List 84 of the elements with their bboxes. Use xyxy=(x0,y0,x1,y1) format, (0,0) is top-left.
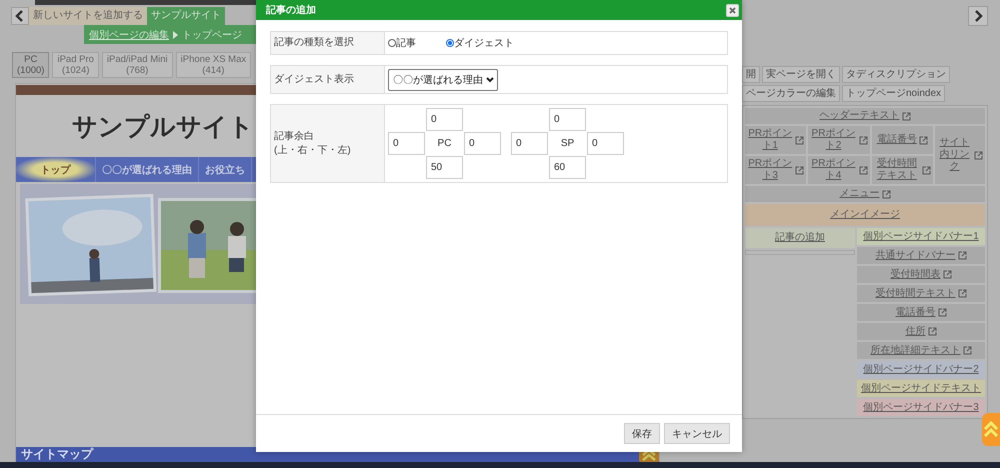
external-link-icon xyxy=(962,346,972,355)
block-link[interactable]: 電話番号 xyxy=(876,134,917,146)
margin-field[interactable]: 0 xyxy=(388,132,425,155)
page-action-button[interactable]: 開 xyxy=(742,66,760,83)
page-tab[interactable]: トップページnoindex xyxy=(842,85,946,102)
block-link[interactable]: 電話番号 xyxy=(896,306,936,318)
external-link-icon xyxy=(918,136,928,144)
block-link[interactable]: PRポイント4 xyxy=(810,158,857,182)
chevron-left-icon xyxy=(15,10,25,22)
group-label: SP xyxy=(560,137,576,151)
block-link[interactable]: 記事の追加 xyxy=(775,232,825,244)
block-link[interactable]: ヘッダーテキスト xyxy=(820,110,900,122)
breadcrumb-link[interactable]: 個別ページの編集 xyxy=(89,28,169,42)
external-link-icon xyxy=(858,166,868,174)
margin-field[interactable]: 0 xyxy=(549,108,586,131)
margin-field[interactable]: 60 xyxy=(549,156,586,179)
site-tab[interactable]: サンプルサイト xyxy=(147,7,225,25)
external-link-icon xyxy=(922,166,931,174)
margin-field[interactable]: 0 xyxy=(464,132,501,155)
dialog-button[interactable]: キャンセル xyxy=(664,423,730,444)
site-tab[interactable]: 新しいサイトを追加する xyxy=(29,7,147,25)
dialog-title: 記事の追加 xyxy=(266,4,316,17)
external-link-icon xyxy=(974,150,983,160)
page-tab[interactable]: タディスクリプション xyxy=(842,66,950,83)
external-link-icon xyxy=(795,136,804,144)
radio-button[interactable] xyxy=(446,39,454,47)
block-link[interactable]: 共通サイドバナー xyxy=(876,250,956,262)
block-link[interactable]: 個別ページサイドテキスト xyxy=(861,382,981,394)
block-link[interactable]: 受付時間テキスト xyxy=(874,158,920,182)
menu-item[interactable]: 〇〇が選ばれる理由 xyxy=(96,157,199,182)
external-link-icon xyxy=(858,136,868,144)
breadcrumb-current: トップページ xyxy=(182,28,242,42)
block-link[interactable]: 住所 xyxy=(906,326,926,338)
dialog-button[interactable]: 保存 xyxy=(624,423,660,444)
close-icon xyxy=(729,6,736,14)
block-link[interactable]: 個別ページサイドバナー1 xyxy=(863,230,979,242)
device-button[interactable]: PC (1000) xyxy=(12,52,50,78)
back-button[interactable] xyxy=(11,7,29,25)
block-link[interactable]: 個別ページサイドバナー2 xyxy=(863,364,979,376)
field-label: ダイジェスト表示 xyxy=(274,72,355,86)
margin-field[interactable]: 0 xyxy=(511,132,548,155)
margin-field[interactable]: 0 xyxy=(426,108,463,131)
external-link-icon xyxy=(928,327,936,336)
caret-right-icon xyxy=(173,30,178,38)
page-tab[interactable]: ページカラーの編集 xyxy=(742,85,840,102)
external-link-icon xyxy=(958,251,966,260)
block-link[interactable]: 個別ページサイドバナー3 xyxy=(863,402,979,414)
field-label: 記事余白 xyxy=(274,130,315,144)
device-button[interactable]: iPhone XS Max (414) xyxy=(176,52,252,78)
block-link[interactable]: サイト内リンク xyxy=(936,137,972,173)
external-link-icon xyxy=(795,166,804,174)
site-title: サンプルサイト xyxy=(72,112,254,142)
field-label: 記事の種類を選択 xyxy=(274,36,355,50)
external-link-icon xyxy=(882,190,890,198)
block-link[interactable]: メニュー xyxy=(840,188,880,200)
device-button[interactable]: iPad Pro (1024) xyxy=(52,52,99,78)
block-link[interactable]: メインイメージ xyxy=(830,209,900,221)
external-link-icon xyxy=(958,289,966,298)
block-link[interactable]: PRポイント1 xyxy=(747,128,794,152)
page-action-button[interactable]: 実ページを開く xyxy=(762,66,840,83)
forward-button[interactable] xyxy=(968,6,988,26)
sitemap-title: サイトマップ xyxy=(21,446,93,463)
margin-field[interactable]: 50 xyxy=(426,156,463,179)
block-link[interactable]: 所在地詳細テキスト xyxy=(870,344,960,356)
block-link[interactable]: PRポイント3 xyxy=(747,158,794,182)
menu-item[interactable]: お役立ち xyxy=(199,157,252,182)
field-note: (上・右・下・左) xyxy=(274,144,352,158)
select-field[interactable]: 〇〇が選ばれる理由 xyxy=(388,68,498,90)
device-button[interactable]: iPad/iPad Mini (768) xyxy=(102,52,173,78)
menu-item[interactable]: トップ xyxy=(16,157,96,182)
radio-button[interactable] xyxy=(388,39,396,47)
external-link-icon xyxy=(942,270,952,279)
close-button[interactable] xyxy=(726,4,739,16)
margin-field[interactable]: 0 xyxy=(587,132,624,155)
caret-down-icon xyxy=(486,76,494,82)
radio-label: 記事 xyxy=(396,36,416,50)
block-link[interactable]: 受付時間テキスト xyxy=(876,288,956,300)
group-label: PC xyxy=(436,137,452,151)
external-link-icon xyxy=(938,308,946,317)
radio-label: ダイジェスト xyxy=(454,37,514,50)
chevron-right-icon xyxy=(973,10,983,22)
block-link[interactable]: PRポイント2 xyxy=(810,128,857,152)
block-link[interactable]: 受付時間表 xyxy=(890,268,940,280)
external-link-icon xyxy=(902,112,910,120)
